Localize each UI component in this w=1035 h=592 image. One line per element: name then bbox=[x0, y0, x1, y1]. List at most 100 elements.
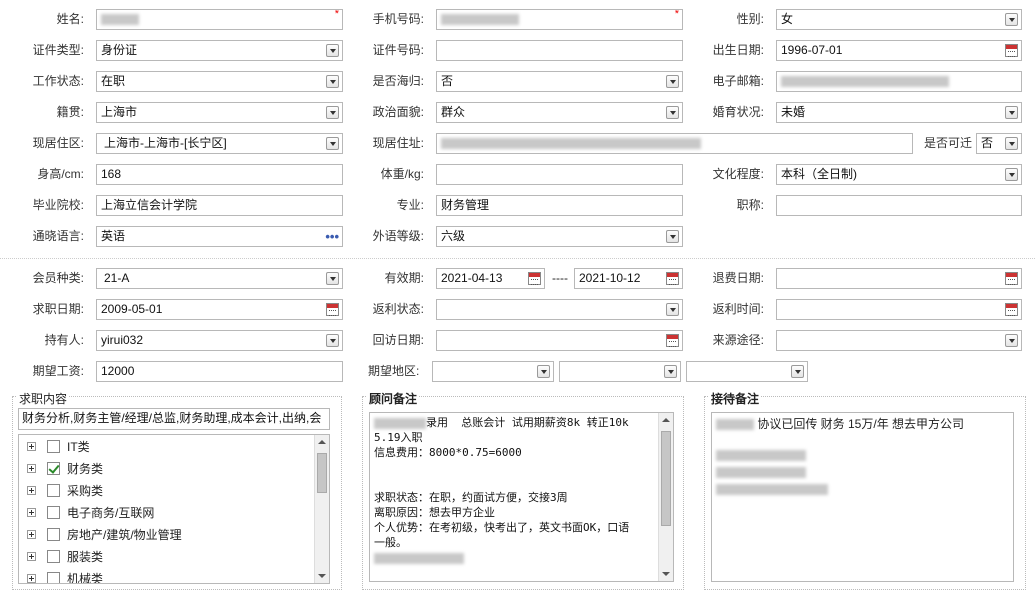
checkbox[interactable] bbox=[47, 506, 60, 519]
langlevel-select[interactable]: 六级 bbox=[436, 226, 683, 247]
consultant-notes-textarea[interactable]: 录用 总账会计 试用期薪资8k 转正10k 5.19入职 信息费用：8000*0… bbox=[369, 412, 674, 582]
chevron-down-icon[interactable] bbox=[1005, 106, 1018, 119]
tree-scrollbar[interactable] bbox=[314, 435, 329, 583]
chevron-down-icon[interactable] bbox=[326, 137, 339, 150]
political-select[interactable]: 群众 bbox=[436, 102, 683, 123]
idno-field[interactable] bbox=[436, 40, 683, 61]
valid-to-field[interactable]: 2021-10-12 bbox=[574, 268, 683, 289]
chevron-down-icon[interactable] bbox=[791, 365, 804, 378]
scroll-down-icon[interactable] bbox=[659, 567, 673, 581]
chevron-down-icon[interactable] bbox=[664, 365, 677, 378]
expand-icon[interactable] bbox=[27, 552, 36, 561]
major-field[interactable]: 财务管理 bbox=[436, 195, 683, 216]
calendar-icon[interactable] bbox=[1005, 272, 1018, 285]
holder-select[interactable]: yirui032 bbox=[96, 330, 343, 351]
scroll-up-icon[interactable] bbox=[315, 435, 329, 449]
title-field[interactable] bbox=[776, 195, 1022, 216]
edu-select[interactable]: 本科（全日制) bbox=[776, 164, 1022, 185]
checkbox[interactable] bbox=[47, 440, 60, 453]
gender-select[interactable]: 女 bbox=[776, 9, 1022, 30]
height-field[interactable]: 168 bbox=[96, 164, 343, 185]
checkbox[interactable] bbox=[47, 484, 60, 497]
chevron-down-icon[interactable] bbox=[1005, 168, 1018, 181]
chevron-down-icon[interactable] bbox=[1005, 137, 1018, 150]
job-content-summary[interactable]: 财务分析,财务主管/经理/总监,财务助理,成本会计,出纳,会 bbox=[18, 408, 330, 430]
political-label: 政治面貌: bbox=[372, 105, 424, 119]
jobdate-field[interactable]: 2009-05-01 bbox=[96, 299, 343, 320]
chevron-down-icon[interactable] bbox=[666, 75, 679, 88]
calendar-icon[interactable] bbox=[326, 303, 339, 316]
idtype-select[interactable]: 身份证 bbox=[96, 40, 343, 61]
chevron-down-icon[interactable] bbox=[326, 75, 339, 88]
valid-from-field[interactable]: 2021-04-13 bbox=[436, 268, 545, 289]
school-field[interactable]: 上海立信会计学院 bbox=[96, 195, 343, 216]
chevron-down-icon[interactable] bbox=[666, 303, 679, 316]
relocate-label: 是否可迁 bbox=[923, 136, 972, 150]
workstatus-select[interactable]: 在职 bbox=[96, 71, 343, 92]
area-province-select[interactable] bbox=[432, 361, 554, 382]
chevron-down-icon[interactable] bbox=[326, 44, 339, 57]
relocate-select[interactable]: 否 bbox=[976, 133, 1022, 154]
rebate-status-select[interactable] bbox=[436, 299, 683, 320]
more-dots-icon[interactable]: ••• bbox=[325, 227, 339, 246]
scroll-up-icon[interactable] bbox=[659, 413, 673, 427]
expand-icon[interactable] bbox=[27, 464, 36, 473]
birth-date-field[interactable]: 1996-07-01 bbox=[776, 40, 1022, 61]
calendar-icon[interactable] bbox=[666, 334, 679, 347]
checkbox[interactable] bbox=[47, 528, 60, 541]
chevron-down-icon[interactable] bbox=[326, 272, 339, 285]
revisit-date-field[interactable] bbox=[436, 330, 683, 351]
native-select[interactable]: 上海市 bbox=[96, 102, 343, 123]
scroll-thumb[interactable] bbox=[317, 453, 327, 493]
refund-date-field[interactable] bbox=[776, 268, 1022, 289]
address-field[interactable] bbox=[436, 133, 913, 154]
lang-field[interactable]: 英语 ••• bbox=[96, 226, 343, 247]
phone-label: 手机号码: bbox=[372, 12, 424, 26]
checkbox[interactable] bbox=[47, 572, 60, 583]
redacted-text bbox=[716, 484, 828, 496]
rebate-time-field[interactable] bbox=[776, 299, 1022, 320]
checkbox[interactable] bbox=[47, 550, 60, 563]
calendar-icon[interactable] bbox=[666, 272, 679, 285]
calendar-icon[interactable] bbox=[528, 272, 541, 285]
email-field[interactable] bbox=[776, 71, 1022, 92]
phone-field[interactable]: * bbox=[436, 9, 683, 30]
region-select[interactable]: 上海市-上海市-[长宁区] bbox=[96, 133, 343, 154]
overseas-select[interactable]: 否 bbox=[436, 71, 683, 92]
weight-field[interactable] bbox=[436, 164, 683, 185]
note-line: 5.19入职 bbox=[374, 431, 423, 444]
name-field[interactable]: * bbox=[96, 9, 343, 30]
expand-icon[interactable] bbox=[27, 508, 36, 517]
scroll-thumb[interactable] bbox=[661, 431, 671, 526]
chevron-down-icon[interactable] bbox=[326, 334, 339, 347]
expand-icon[interactable] bbox=[27, 442, 36, 451]
calendar-icon[interactable] bbox=[1005, 44, 1018, 57]
member-select[interactable]: 21-A bbox=[96, 268, 343, 289]
expand-icon[interactable] bbox=[27, 530, 36, 539]
chevron-down-icon[interactable] bbox=[1005, 13, 1018, 26]
chevron-down-icon[interactable] bbox=[666, 106, 679, 119]
edu-label: 文化程度: bbox=[712, 167, 764, 181]
scroll-down-icon[interactable] bbox=[315, 569, 329, 583]
calendar-icon[interactable] bbox=[1005, 303, 1018, 316]
marital-select[interactable]: 未婚 bbox=[776, 102, 1022, 123]
chevron-down-icon[interactable] bbox=[1005, 334, 1018, 347]
birth-label: 出生日期: bbox=[712, 43, 764, 57]
source-select[interactable] bbox=[776, 330, 1022, 351]
chevron-down-icon[interactable] bbox=[666, 230, 679, 243]
reception-notes-textarea[interactable]: 协议已回传 财务 15万/年 想去甲方公司 bbox=[711, 412, 1014, 582]
notes-scrollbar[interactable] bbox=[658, 413, 673, 581]
idno-label: 证件号码: bbox=[372, 43, 424, 57]
area-city-select[interactable] bbox=[559, 361, 681, 382]
salary-field[interactable]: 12000 bbox=[96, 361, 343, 382]
tree-item-label: 财务类 bbox=[67, 462, 104, 476]
job-category-tree[interactable]: IT类 财务类 采购类 电子商务/互联网 房地产/建筑/物业管理 服装类 机械类 bbox=[18, 434, 330, 584]
chevron-down-icon[interactable] bbox=[537, 365, 550, 378]
weight-label: 体重/kg: bbox=[380, 167, 424, 181]
area-district-select[interactable] bbox=[686, 361, 808, 382]
expand-icon[interactable] bbox=[27, 486, 36, 495]
checkbox-checked[interactable] bbox=[47, 462, 60, 475]
valid-to-value: 2021-10-12 bbox=[579, 271, 641, 285]
expand-icon[interactable] bbox=[27, 574, 36, 583]
chevron-down-icon[interactable] bbox=[326, 106, 339, 119]
